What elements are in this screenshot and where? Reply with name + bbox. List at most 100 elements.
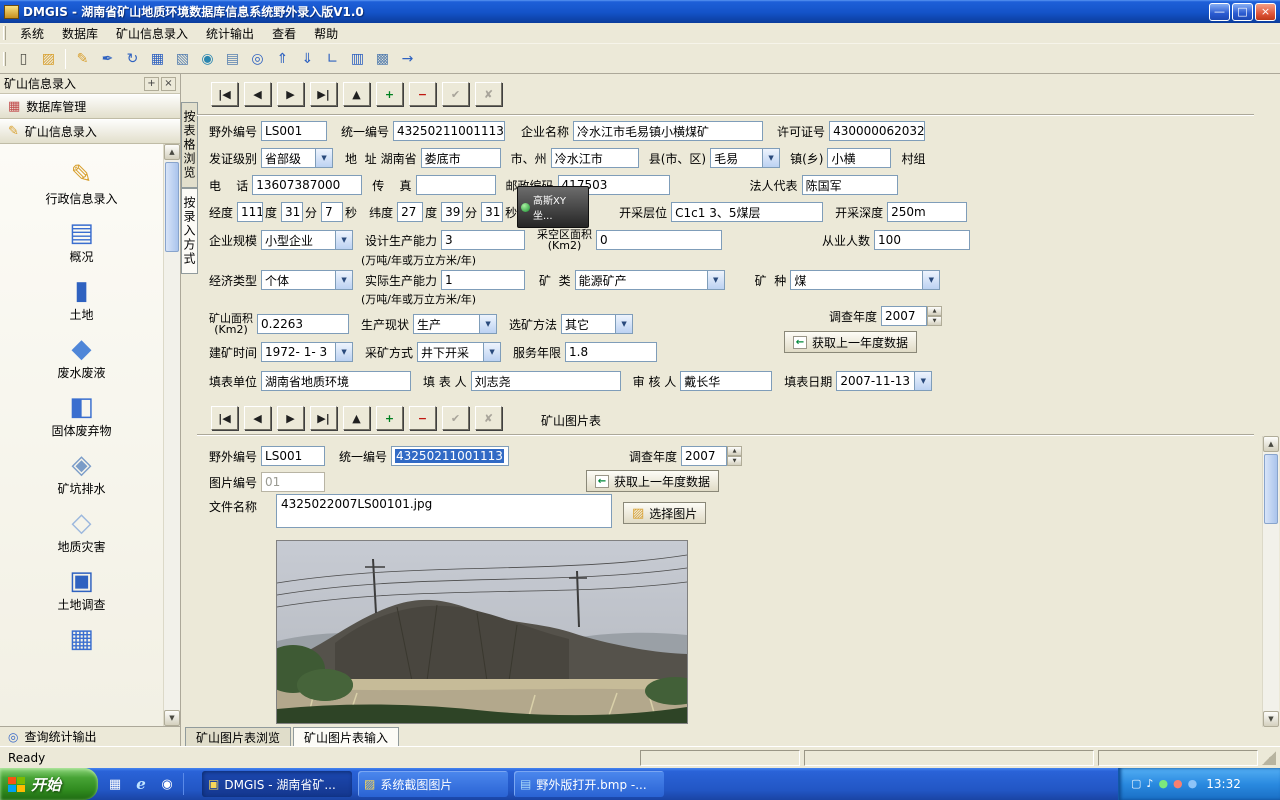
start-button[interactable]: 开始 [0,768,98,800]
scale-combo[interactable]: 小型企业 ▼ [261,230,353,250]
tab-picture-browse[interactable]: 矿山图片表浏览 [185,727,291,746]
open-folder-icon[interactable]: ▨ [37,48,60,70]
town-input[interactable]: 小横 [827,148,891,168]
dressing-combo[interactable]: 其它 ▼ [561,314,633,334]
phone-input[interactable]: 13607387000 [252,175,362,195]
nav-up-button[interactable]: ▲ [343,406,370,430]
econ-combo[interactable]: 个体 ▼ [261,270,353,290]
nav-last-button[interactable]: ▶| [310,82,337,106]
lon-min-input[interactable]: 31 [281,202,303,222]
arrow-up-icon[interactable]: ⇑ [271,48,294,70]
nav-prev-button[interactable]: ◀ [244,406,271,430]
sidebar-item-solid-waste[interactable]: ◧ 固体废弃物 [22,384,142,442]
file-name-input[interactable]: 4325022007LS00101.jpg [276,494,612,528]
built-date-combo[interactable]: 1972- 1- 3 ▼ [261,342,353,362]
refresh-icon[interactable]: ↻ [121,48,144,70]
scroll-up-icon[interactable]: ▲ [164,144,180,160]
sidebar-item-wastewater[interactable]: ◆ 废水废液 [22,326,142,384]
globe-icon[interactable]: ◎ [246,48,269,70]
fetch-previous-year-button[interactable]: ← 获取上一年度数据 [784,331,917,353]
buildings-icon[interactable]: ▩ [371,48,394,70]
gauss-xy-button[interactable]: 高斯XY坐... [517,186,589,228]
menu-database[interactable]: 数据库 [53,23,107,44]
service-years-input[interactable]: 1.8 [565,342,657,362]
area-input[interactable]: 0.2263 [257,314,349,334]
lat-min-input[interactable]: 39 [441,202,463,222]
panel-close-icon[interactable]: × [161,77,176,91]
scroll-thumb[interactable] [1264,454,1278,524]
internet-explorer-icon[interactable]: e [131,774,151,794]
arrow-down-icon[interactable]: ⇓ [296,48,319,70]
menu-system[interactable]: 系统 [11,23,53,44]
auditor-input[interactable]: 戴长华 [680,371,772,391]
lon-sec-input[interactable]: 7 [321,202,343,222]
actual-cap-input[interactable]: 1 [441,270,525,290]
data-table-icon[interactable]: ▦ [146,48,169,70]
spin-down-icon[interactable]: ▼ [727,456,742,466]
filler-input[interactable]: 刘志尧 [471,371,621,391]
level-combo[interactable]: 省部级 ▼ [261,148,333,168]
nav-next-button[interactable]: ▶ [277,406,304,430]
sidebar-item-pit-drainage[interactable]: ◈ 矿坑排水 [22,442,142,500]
menu-help[interactable]: 帮助 [305,23,347,44]
pin-icon[interactable]: + [144,77,159,91]
nav-add-button[interactable]: + [376,406,403,430]
nav-delete-button[interactable]: − [409,406,436,430]
sidebar-item-partial[interactable]: ▦ [22,616,142,658]
mine-class-combo[interactable]: 能源矿产 ▼ [575,270,725,290]
dropdown-arrow-icon[interactable]: ▼ [484,342,501,362]
tab-picture-entry[interactable]: 矿山图片表输入 [293,727,399,746]
nav-cancel-button[interactable]: ✘ [475,406,502,430]
sidebar-group-database[interactable]: ▦ 数据库管理 [0,94,180,119]
antivirus-tray-icon[interactable]: ● [1158,778,1168,790]
edit-pencil-icon[interactable]: ✎ [71,48,94,70]
scroll-thumb[interactable] [165,162,179,252]
nav-next-button[interactable]: ▶ [277,82,304,106]
task-dmgis[interactable]: ▣ DMGIS - 湖南省矿... [202,771,352,797]
cd-save-icon[interactable]: ◉ [196,48,219,70]
sidebar-scrollbar[interactable]: ▲ ▼ [163,144,180,726]
menu-view[interactable]: 查看 [263,23,305,44]
sidebar-item-admin-info[interactable]: ✎ 行政信息录入 [22,152,142,210]
dropdown-arrow-icon[interactable]: ▼ [763,148,780,168]
dropdown-arrow-icon[interactable]: ▼ [915,371,932,391]
company-input[interactable]: 冷水江市毛易镇小横煤矿 [573,121,763,141]
dropdown-arrow-icon[interactable]: ▼ [708,270,725,290]
dropdown-arrow-icon[interactable]: ▼ [923,270,940,290]
resize-grip[interactable] [1262,751,1276,765]
mining-method-combo[interactable]: 井下开采 ▼ [417,342,501,362]
close-button[interactable]: × [1255,3,1276,21]
spin-up-icon[interactable]: ▲ [927,306,942,316]
pic-survey-year-input[interactable]: 2007 [681,446,727,466]
lon-deg-input[interactable]: 111 [237,202,263,222]
show-desktop-icon[interactable]: ▦ [105,774,125,794]
sidebar-item-geo-hazard[interactable]: ◇ 地质灾害 [22,500,142,558]
nav-post-button[interactable]: ✔ [442,406,469,430]
legal-input[interactable]: 陈国军 [802,175,898,195]
pic-number-input[interactable]: 01 [261,472,325,492]
depth-input[interactable]: 250m [887,202,967,222]
menu-mine-entry[interactable]: 矿山信息录入 [107,23,197,44]
dropdown-arrow-icon[interactable]: ▼ [336,270,353,290]
chart-icon[interactable]: ▥ [346,48,369,70]
minimize-button[interactable]: — [1209,3,1230,21]
media-player-icon[interactable]: ◉ [157,774,177,794]
nav-last-button[interactable]: ▶| [310,406,337,430]
lat-deg-input[interactable]: 27 [397,202,423,222]
sidebar-item-land[interactable]: ▮ 土地 [22,268,142,326]
task-screenshots-folder[interactable]: ▨ 系统截图图片 [358,771,508,797]
pic-field-no-input[interactable]: LS001 [261,446,325,466]
pic-fetch-previous-year-button[interactable]: ← 获取上一年度数据 [586,470,719,492]
picture-section-scrollbar[interactable]: ▲ ▼ [1262,436,1279,727]
survey-year-spinner[interactable]: ▲ ▼ [927,306,942,326]
dropdown-arrow-icon[interactable]: ▼ [336,342,353,362]
survey-year-input[interactable]: 2007 [881,306,927,326]
field-no-input[interactable]: LS001 [261,121,327,141]
nav-prev-button[interactable]: ◀ [244,82,271,106]
lat-sec-input[interactable]: 31 [481,202,503,222]
nav-add-button[interactable]: + [376,82,403,106]
nav-cancel-button[interactable]: ✘ [475,82,502,106]
go-next-icon[interactable]: → [396,48,419,70]
tab-table-browse[interactable]: 按表格浏览 [181,102,198,188]
choose-picture-button[interactable]: ▨ 选择图片 [623,502,706,524]
